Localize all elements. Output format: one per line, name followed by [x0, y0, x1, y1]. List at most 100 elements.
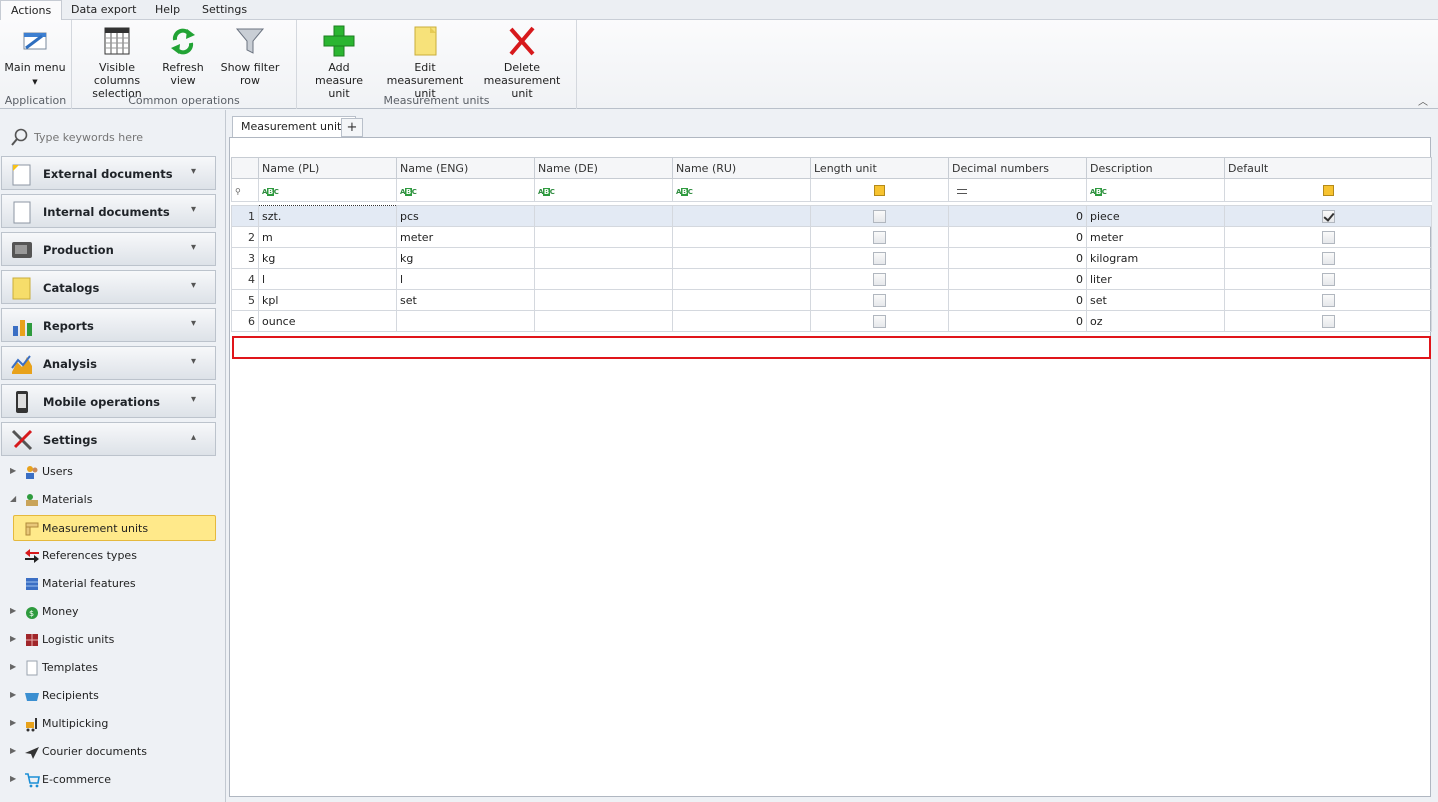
default-checkbox[interactable]	[1321, 209, 1335, 223]
column-header-decimal-numbers[interactable]: Decimal numbers	[948, 157, 1087, 179]
tab-actions[interactable]: Actions	[0, 0, 63, 21]
nav-section-settings[interactable]: Settings ▴	[1, 422, 216, 456]
filter-cell-name-de[interactable]: ABC	[534, 178, 673, 202]
collapse-ribbon-icon[interactable]: ︿	[1418, 93, 1428, 108]
cell-name-eng[interactable]: kg	[396, 247, 535, 269]
add-tab-button[interactable]: +	[341, 118, 363, 137]
cell-name-pl[interactable]: m	[258, 226, 397, 248]
filter-cell-description[interactable]: ABC	[1086, 178, 1225, 202]
tree-item-money[interactable]: ▶ $ Money	[10, 601, 216, 623]
tab-data-export[interactable]: Data export	[61, 0, 146, 20]
delete-measurement-unit-button[interactable]: Delete measurement unit	[475, 24, 569, 100]
cell-description[interactable]: liter	[1086, 268, 1225, 290]
table-row[interactable]: 1 szt. pcs 0 piece	[231, 205, 1432, 227]
edit-measurement-unit-button[interactable]: Edit measurement unit	[379, 24, 471, 100]
tab-measurement-units[interactable]: Measurement units	[232, 116, 357, 138]
tree-item-templates[interactable]: ▶ Templates	[10, 657, 216, 679]
cell-name-ru[interactable]	[672, 226, 811, 248]
cell-name-de[interactable]	[534, 310, 673, 332]
cell-default[interactable]	[1224, 289, 1432, 311]
cell-default[interactable]	[1224, 205, 1432, 227]
column-header-length-unit[interactable]: Length unit	[810, 157, 949, 179]
tree-item-multipicking[interactable]: ▶ Multipicking	[10, 713, 216, 735]
column-header-name-ru[interactable]: Name (RU)	[672, 157, 811, 179]
cell-name-eng[interactable]: meter	[396, 226, 535, 248]
table-row[interactable]: 4 l l 0 liter	[231, 268, 1432, 290]
cell-name-de[interactable]	[534, 247, 673, 269]
cell-name-pl[interactable]: szt.	[258, 205, 397, 227]
cell-name-ru[interactable]	[672, 289, 811, 311]
nav-section-catalogs[interactable]: Catalogs ▾	[1, 270, 216, 304]
nav-section-mobile-operations[interactable]: Mobile operations ▾	[1, 384, 216, 418]
add-measure-unit-button[interactable]: Add measure unit	[305, 24, 373, 100]
cell-name-eng[interactable]: l	[396, 268, 535, 290]
cell-description[interactable]: meter	[1086, 226, 1225, 248]
tree-item-materials[interactable]: ◢ Materials	[10, 489, 216, 511]
default-checkbox[interactable]	[1321, 251, 1335, 265]
cell-name-de[interactable]	[534, 205, 673, 227]
length-unit-checkbox[interactable]	[873, 209, 886, 223]
tree-item-material-features[interactable]: Material features	[10, 573, 216, 595]
cell-name-eng[interactable]	[396, 310, 535, 332]
cell-description[interactable]: oz	[1086, 310, 1225, 332]
filter-cell-name-ru[interactable]: ABC	[672, 178, 811, 202]
cell-name-de[interactable]	[534, 268, 673, 290]
cell-name-ru[interactable]	[672, 205, 811, 227]
cell-length-unit[interactable]	[810, 310, 949, 332]
cell-name-eng[interactable]: pcs	[396, 205, 535, 227]
cell-length-unit[interactable]	[810, 226, 949, 248]
cell-name-pl[interactable]: kpl	[258, 289, 397, 311]
cell-name-pl[interactable]: l	[258, 268, 397, 290]
cell-name-ru[interactable]	[672, 310, 811, 332]
expand-arrow-icon[interactable]: ▶	[10, 690, 18, 699]
cell-description[interactable]: piece	[1086, 205, 1225, 227]
length-unit-checkbox[interactable]	[873, 314, 886, 328]
cell-decimal-numbers[interactable]: 0	[948, 247, 1087, 269]
cell-length-unit[interactable]	[810, 268, 949, 290]
cell-description[interactable]: set	[1086, 289, 1225, 311]
cell-name-eng[interactable]: set	[396, 289, 535, 311]
tree-item-courier-documents[interactable]: ▶ Courier documents	[10, 741, 216, 763]
cell-decimal-numbers[interactable]: 0	[948, 205, 1087, 227]
filter-cell-length-unit[interactable]	[810, 178, 949, 202]
column-header-default[interactable]: Default	[1224, 157, 1432, 179]
collapse-arrow-icon[interactable]: ◢	[10, 494, 18, 503]
cell-default[interactable]	[1224, 310, 1432, 332]
cell-name-ru[interactable]	[672, 247, 811, 269]
cell-name-ru[interactable]	[672, 268, 811, 290]
cell-description[interactable]: kilogram	[1086, 247, 1225, 269]
cell-name-pl[interactable]: ounce	[258, 310, 397, 332]
table-row[interactable]: 3 kg kg 0 kilogram	[231, 247, 1432, 269]
cell-decimal-numbers[interactable]: 0	[948, 310, 1087, 332]
filter-cell-name-eng[interactable]: ABC	[396, 178, 535, 202]
cell-name-pl[interactable]: kg	[258, 247, 397, 269]
column-header-name-eng[interactable]: Name (ENG)	[396, 157, 535, 179]
tree-item-logistic-units[interactable]: ▶ Logistic units	[10, 629, 216, 651]
cell-default[interactable]	[1224, 226, 1432, 248]
search-input[interactable]	[34, 128, 214, 146]
length-unit-checkbox[interactable]	[873, 272, 886, 286]
filter-cell-default[interactable]	[1224, 178, 1432, 202]
length-unit-checkbox[interactable]	[873, 293, 886, 307]
cell-name-de[interactable]	[534, 289, 673, 311]
expand-arrow-icon[interactable]: ▶	[10, 718, 18, 727]
cell-decimal-numbers[interactable]: 0	[948, 226, 1087, 248]
tree-item-e-commerce[interactable]: ▶ E-commerce	[10, 769, 216, 791]
show-filter-row-button[interactable]: Show filter row	[210, 24, 290, 87]
filter-cell-name-pl[interactable]: ABC	[258, 178, 397, 202]
cell-default[interactable]	[1224, 247, 1432, 269]
expand-arrow-icon[interactable]: ▶	[10, 774, 18, 783]
nav-section-analysis[interactable]: Analysis ▾	[1, 346, 216, 380]
tab-help[interactable]: Help	[145, 0, 190, 20]
expand-arrow-icon[interactable]: ▶	[10, 466, 18, 475]
expand-arrow-icon[interactable]: ▶	[10, 634, 18, 643]
nav-section-internal-documents[interactable]: Internal documents ▾	[1, 194, 216, 228]
table-row[interactable]: 5 kpl set 0 set	[231, 289, 1432, 311]
nav-section-production[interactable]: Production ▾	[1, 232, 216, 266]
filter-cell-decimal-numbers[interactable]	[948, 178, 1087, 202]
tree-item-users[interactable]: ▶ Users	[10, 461, 216, 483]
tree-item-references-types[interactable]: References types	[10, 545, 216, 567]
expand-arrow-icon[interactable]: ▶	[10, 606, 18, 615]
cell-length-unit[interactable]	[810, 205, 949, 227]
nav-section-external-documents[interactable]: External documents ▾	[1, 156, 216, 190]
